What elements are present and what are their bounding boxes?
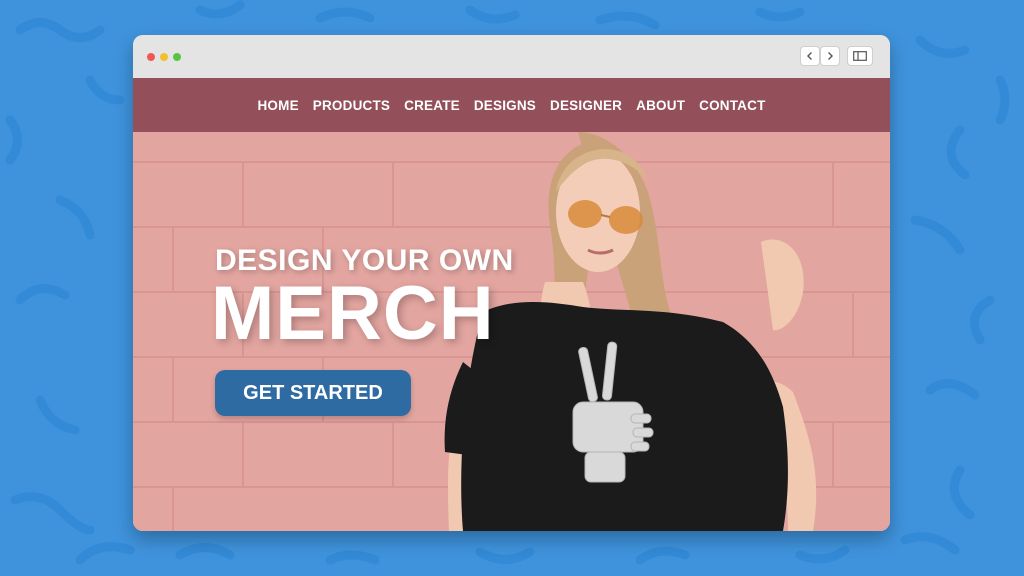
back-button[interactable]: [801, 47, 819, 65]
nav-contact[interactable]: CONTACT: [692, 98, 772, 113]
forward-arrow-icon: [828, 52, 833, 60]
browser-titlebar: [133, 35, 890, 78]
forward-button[interactable]: [821, 47, 839, 65]
nav-designer[interactable]: DESIGNER: [543, 98, 629, 113]
nav-create[interactable]: CREATE: [397, 98, 467, 113]
sidebar-icon: [853, 51, 867, 61]
site-navbar: HOME PRODUCTS CREATE DESIGNS DESIGNER AB…: [133, 78, 890, 132]
nav-designs[interactable]: DESIGNS: [467, 98, 543, 113]
hero-section: DESIGN YOUR OWN MERCH GET STARTED: [133, 132, 890, 531]
back-arrow-icon: [807, 52, 812, 60]
sidebar-toggle-button[interactable]: [848, 47, 872, 65]
nav-home[interactable]: HOME: [250, 98, 305, 113]
nav-about[interactable]: ABOUT: [629, 98, 692, 113]
maximize-dot[interactable]: [173, 53, 181, 61]
close-dot[interactable]: [147, 53, 155, 61]
nav-products[interactable]: PRODUCTS: [306, 98, 397, 113]
hero-headline-line2: MERCH: [211, 271, 495, 356]
get-started-button[interactable]: GET STARTED: [215, 370, 411, 416]
browser-window: HOME PRODUCTS CREATE DESIGNS DESIGNER AB…: [133, 35, 890, 531]
minimize-dot[interactable]: [160, 53, 168, 61]
